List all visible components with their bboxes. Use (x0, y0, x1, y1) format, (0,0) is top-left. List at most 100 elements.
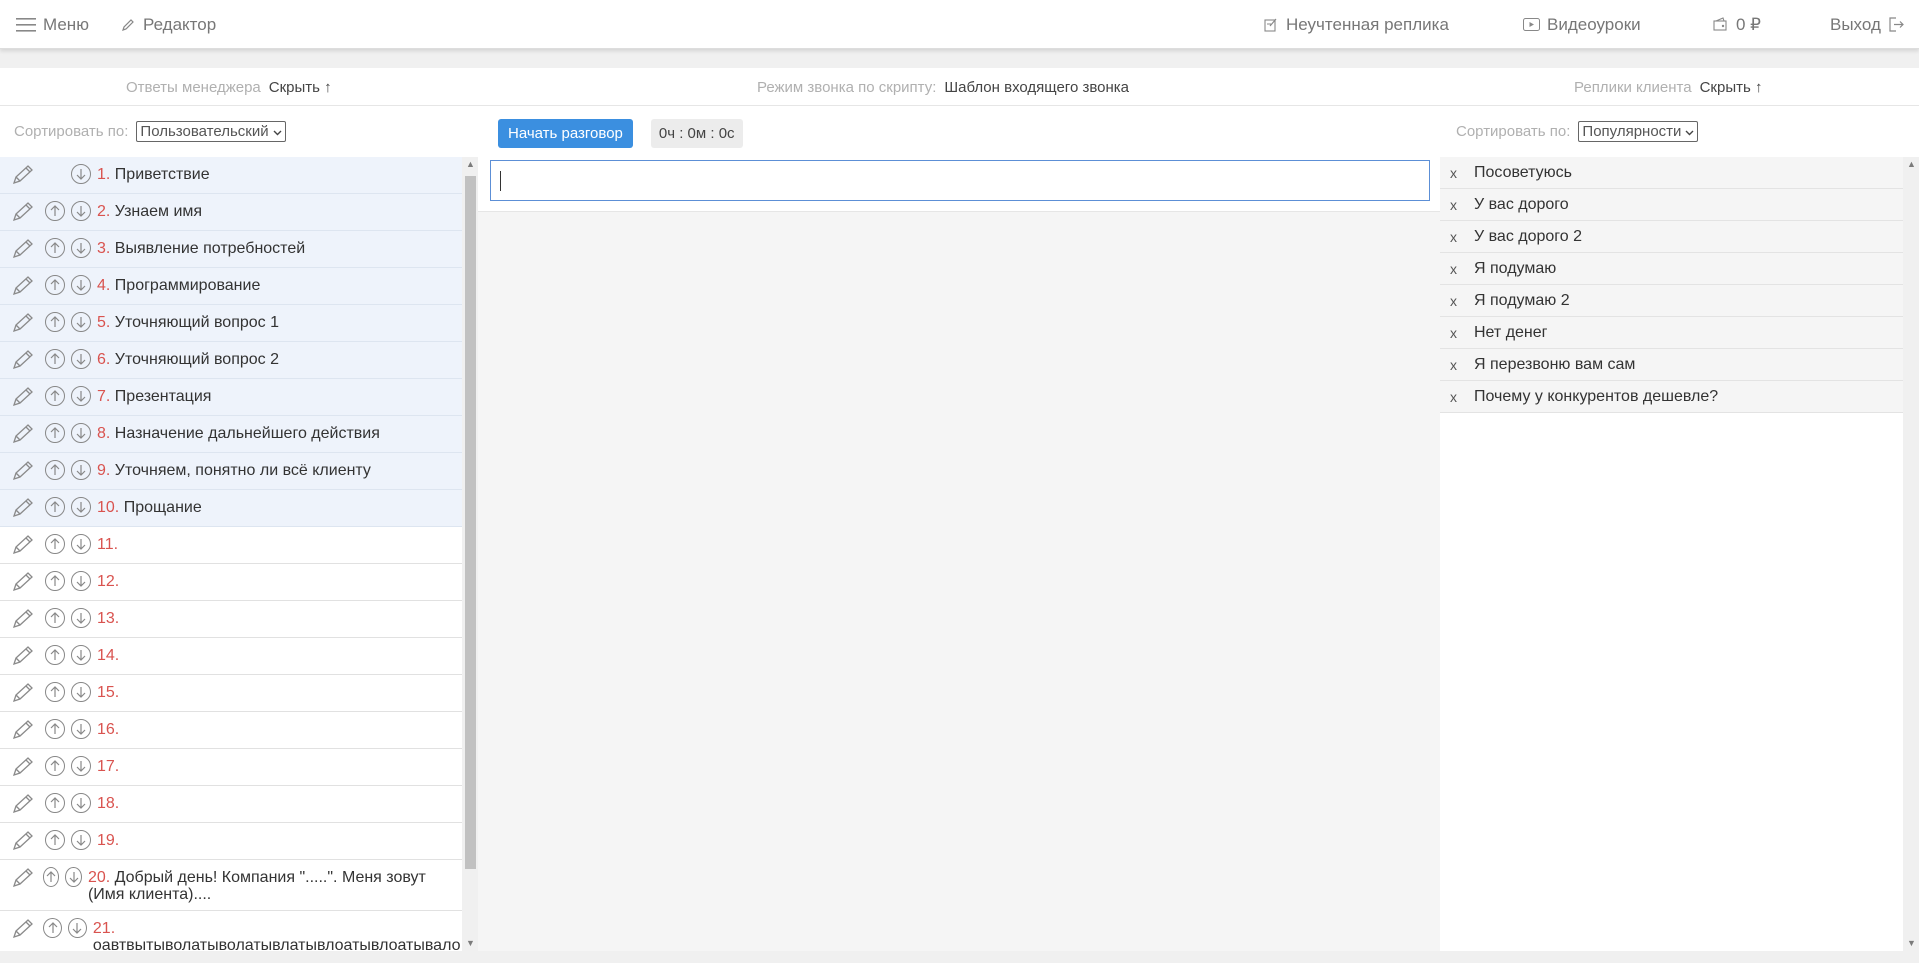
remove-x-icon[interactable]: x (1440, 165, 1474, 181)
answer-row[interactable]: 1. Приветствие (0, 157, 462, 194)
edit-pencil-icon[interactable] (11, 275, 39, 302)
call-mode-value[interactable]: Шаблон входящего звонка (944, 79, 1129, 96)
move-down-icon[interactable] (71, 682, 91, 702)
client-hide-toggle[interactable]: Скрыть ↑ (1700, 79, 1763, 96)
move-down-icon[interactable] (71, 312, 91, 332)
answer-row[interactable]: 14. (0, 638, 462, 675)
edit-pencil-icon[interactable] (11, 164, 39, 191)
move-up-icon[interactable] (45, 238, 65, 258)
edit-pencil-icon[interactable] (11, 756, 39, 783)
answer-row[interactable]: 13. (0, 601, 462, 638)
move-up-icon[interactable] (45, 460, 65, 480)
move-down-icon[interactable] (71, 571, 91, 591)
answer-row[interactable]: 9. Уточняем, понятно ли всё клиенту (0, 453, 462, 490)
move-down-icon[interactable] (68, 918, 87, 938)
answer-row[interactable]: 18. (0, 786, 462, 823)
answer-row[interactable]: 19. (0, 823, 462, 860)
edit-pencil-icon[interactable] (11, 867, 37, 894)
edit-pencil-icon[interactable] (11, 460, 39, 487)
remove-x-icon[interactable]: x (1440, 293, 1474, 309)
edit-pencil-icon[interactable] (11, 497, 39, 524)
edit-pencil-icon[interactable] (11, 719, 39, 746)
manager-hide-toggle[interactable]: Скрыть ↑ (269, 79, 332, 96)
edit-pencil-icon[interactable] (11, 349, 39, 376)
move-down-icon[interactable] (71, 238, 91, 258)
move-down-icon[interactable] (71, 608, 91, 628)
move-down-icon[interactable] (71, 386, 91, 406)
edit-pencil-icon[interactable] (11, 830, 39, 857)
client-reply-item[interactable]: x Посоветуюсь (1440, 157, 1903, 189)
answer-row[interactable]: 17. (0, 749, 462, 786)
answer-row[interactable]: 20. Добрый день! Компания ".....". Меня … (0, 860, 462, 911)
edit-pencil-icon[interactable] (11, 238, 39, 265)
move-up-icon[interactable] (45, 608, 65, 628)
client-reply-item[interactable]: xЯ подумаю 2 (1440, 285, 1903, 317)
left-scroll-thumb[interactable] (465, 176, 476, 869)
right-sort-select[interactable]: Популярности (1578, 121, 1699, 142)
move-up-icon[interactable] (45, 349, 65, 369)
move-up-icon[interactable] (45, 645, 65, 665)
move-up-icon[interactable] (45, 571, 65, 591)
move-down-icon[interactable] (71, 830, 91, 850)
move-up-icon[interactable] (45, 534, 65, 554)
answer-row[interactable]: 8. Назначение дальнейшего действия (0, 416, 462, 453)
right-scrollbar[interactable]: ▲ ▼ (1903, 157, 1919, 951)
video-lessons-button[interactable]: Видеоуроки (1523, 0, 1641, 49)
scroll-up-arrow-icon[interactable]: ▲ (1907, 159, 1916, 169)
remove-x-icon[interactable]: x (1440, 229, 1474, 245)
move-down-icon[interactable] (71, 201, 91, 221)
client-reply-item[interactable]: xУ вас дорого 2 (1440, 221, 1903, 253)
edit-pencil-icon[interactable] (11, 682, 39, 709)
move-up-icon[interactable] (45, 719, 65, 739)
remove-x-icon[interactable]: x (1440, 357, 1474, 373)
scroll-down-arrow-icon[interactable]: ▼ (466, 938, 475, 948)
client-reply-item[interactable]: xУ вас дорого (1440, 189, 1903, 221)
answer-row[interactable]: 21. оавтвытыволатыволатывлатывлоатывлоат… (0, 911, 462, 951)
move-up-icon[interactable] (45, 756, 65, 776)
move-down-icon[interactable] (71, 349, 91, 369)
unaccounted-reply-button[interactable]: Неучтенная реплика (1263, 0, 1449, 49)
move-down-icon[interactable] (71, 164, 91, 184)
menu-button[interactable]: Меню (16, 0, 89, 49)
edit-pencil-icon[interactable] (11, 201, 39, 228)
answer-row[interactable]: 3. Выявление потребностей (0, 231, 462, 268)
edit-pencil-icon[interactable] (11, 312, 39, 339)
move-down-icon[interactable] (71, 275, 91, 295)
client-reply-item[interactable]: x Почему у конкурентов дешевле? (1440, 381, 1903, 413)
logout-button[interactable]: Выход (1830, 0, 1905, 49)
move-down-icon[interactable] (71, 423, 91, 443)
edit-pencil-icon[interactable] (11, 386, 39, 413)
edit-pencil-icon[interactable] (11, 645, 39, 672)
client-reply-item[interactable]: x Нет денег (1440, 317, 1903, 349)
move-down-icon[interactable] (71, 719, 91, 739)
move-up-icon[interactable] (45, 275, 65, 295)
answer-row[interactable]: 4. Программирование (0, 268, 462, 305)
left-scrollbar[interactable]: ▲ ▼ (462, 157, 478, 951)
edit-pencil-icon[interactable] (11, 918, 37, 945)
move-up-icon[interactable] (45, 386, 65, 406)
left-sort-select[interactable]: Пользовательский (136, 121, 286, 142)
edit-pencil-icon[interactable] (11, 571, 39, 598)
start-conversation-button[interactable]: Начать разговор (498, 118, 633, 148)
answer-row[interactable]: 15. (0, 675, 462, 712)
move-up-icon[interactable] (45, 201, 65, 221)
move-up-icon[interactable] (45, 830, 65, 850)
move-down-icon[interactable] (71, 534, 91, 554)
answer-row[interactable]: 6. Уточняющий вопрос 2 (0, 342, 462, 379)
move-down-icon[interactable] (71, 497, 91, 517)
move-up-icon[interactable] (45, 497, 65, 517)
answer-row[interactable]: 2. Узнаем имя (0, 194, 462, 231)
move-down-icon[interactable] (65, 867, 82, 887)
move-up-icon[interactable] (45, 682, 65, 702)
client-reply-item[interactable]: xЯ подумаю (1440, 253, 1903, 285)
move-up-icon[interactable] (43, 867, 60, 887)
edit-pencil-icon[interactable] (11, 423, 39, 450)
move-down-icon[interactable] (71, 460, 91, 480)
answer-row[interactable]: 5. Уточняющий вопрос 1 (0, 305, 462, 342)
move-down-icon[interactable] (71, 793, 91, 813)
move-up-icon[interactable] (45, 423, 65, 443)
answer-row[interactable]: 7. Презентация (0, 379, 462, 416)
move-up-icon[interactable] (45, 793, 65, 813)
remove-x-icon[interactable]: x (1440, 325, 1474, 341)
remove-x-icon[interactable]: x (1440, 261, 1474, 277)
